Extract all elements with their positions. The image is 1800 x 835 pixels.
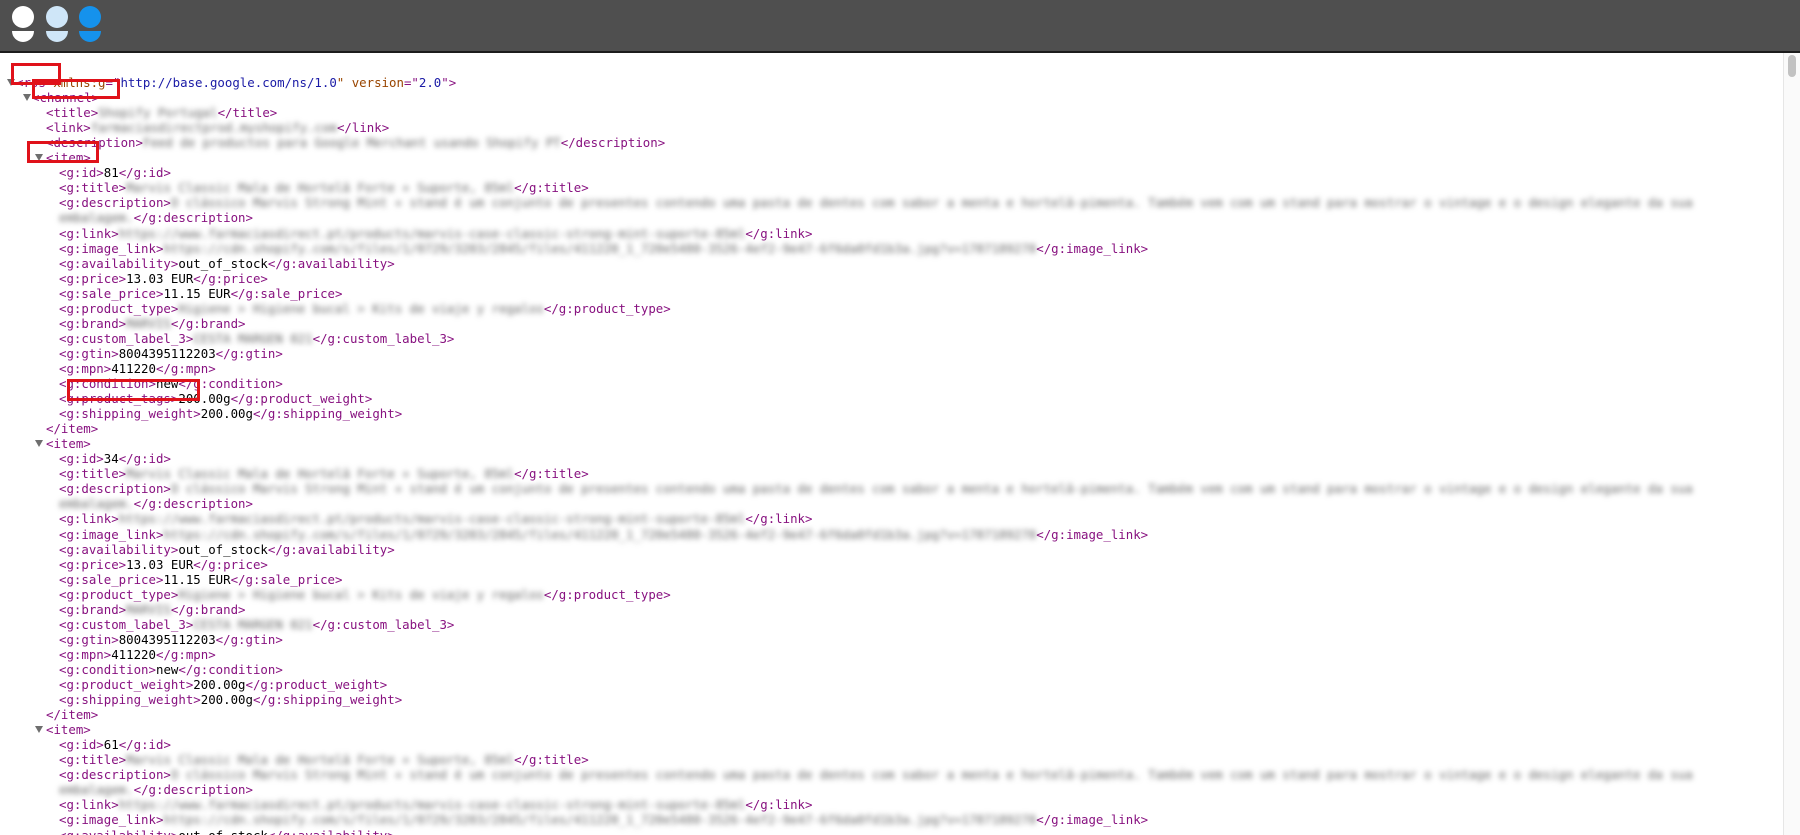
- close-button[interactable]: [12, 6, 34, 42]
- field-gtin: <g:gtin>8004395112203</g:gtin>: [59, 631, 283, 647]
- field-custom-label-3: <g:custom_label_3>CESTA MARGEN 021</g:cu…: [59, 330, 455, 346]
- field-mpn: <g:mpn>411220</g:mpn>: [59, 646, 216, 662]
- field-brand: <g:brand>MARVIS</g:brand>: [59, 315, 246, 331]
- item-collapse-toggle[interactable]: [35, 726, 43, 734]
- field-description: <g:description>O clássico Marvis Strong …: [59, 767, 1693, 783]
- highlight-box-item: [27, 141, 99, 163]
- field-availability: <g:availability>out_of_stock</g:availabi…: [59, 541, 395, 557]
- field-shipping-weight: <g:shipping_weight>200.00g</g:shipping_w…: [59, 692, 403, 708]
- field-description-cont: embalagem.</g:description>: [59, 496, 253, 512]
- field-link: <g:link>https://www.farmaciasdirect.pt/p…: [59, 225, 813, 241]
- field-product-type: <g:product_type>Higiene > Higiene bucal …: [59, 586, 671, 602]
- item-open-tag: <item>: [46, 436, 91, 452]
- field-mpn: <g:mpn>411220</g:mpn>: [59, 360, 216, 376]
- field-link: <g:link>https://www.farmaciasdirect.pt/p…: [59, 511, 813, 527]
- field-sale-price: <g:sale_price>11.15 EUR</g:sale_price>: [59, 571, 343, 587]
- field-description: <g:description>O clássico Marvis Strong …: [59, 195, 1693, 211]
- field-product-weight: <g:product_weight>200.00g</g:product_wei…: [59, 677, 388, 692]
- item-close-tag: </item>: [46, 421, 99, 437]
- field-price: <g:price>13.03 EUR</g:price>: [59, 270, 268, 286]
- field-shipping-weight: <g:shipping_weight>200.00g</g:shipping_w…: [59, 406, 403, 422]
- zoom-button[interactable]: [79, 6, 101, 42]
- field-id: <g:id>61</g:id>: [59, 737, 171, 753]
- field-product-type: <g:product_type>Higiene > Higiene bucal …: [59, 300, 671, 316]
- field-gtin: <g:gtin>8004395112203</g:gtin>: [59, 345, 283, 361]
- item-close-tag: </item>: [46, 707, 99, 723]
- field-price: <g:price>13.03 EUR</g:price>: [59, 556, 268, 572]
- field-id: <g:id>81</g:id>: [59, 165, 171, 181]
- minimize-button[interactable]: [46, 6, 68, 42]
- field-description: <g:description>O clássico Marvis Strong …: [59, 481, 1693, 497]
- field-description-cont: embalagem.</g:description>: [59, 782, 253, 798]
- field-id: <g:id>34</g:id>: [59, 451, 171, 467]
- channel-description: <description>Feed de productos para Goog…: [46, 135, 666, 151]
- field-availability: <g:availability>out_of_stock</g:availabi…: [59, 255, 395, 271]
- field-title: <g:title>Marvis Classic Mala de Hortelã …: [59, 180, 589, 196]
- field-condition: <g:condition>new</g:condition>: [59, 661, 283, 677]
- field-image-link: <g:image_link>https://cdn.shopify.com/s/…: [59, 240, 1149, 256]
- channel-link: <link>farmaciasdirectprod.myshopify.com<…: [46, 120, 390, 136]
- item-open-tag: <item>: [46, 722, 91, 738]
- field-custom-label-3: <g:custom_label_3>CESTA MARGEN 021</g:cu…: [59, 616, 455, 632]
- channel-title: <title>Shopify Portugal</title>: [46, 105, 278, 121]
- field-title: <g:title>Marvis Classic Mala de Hortelã …: [59, 466, 589, 482]
- scrollbar-thumb[interactable]: [1788, 55, 1796, 77]
- vertical-scrollbar[interactable]: [1783, 53, 1800, 835]
- field-image-link: <g:image_link>https://cdn.shopify.com/s/…: [59, 526, 1149, 542]
- field-description-cont: embalagem.</g:description>: [59, 210, 253, 226]
- field-availability: <g:availability>out_of_stock</g:availabi…: [59, 827, 395, 835]
- highlight-box-channel: [32, 79, 120, 99]
- channel-collapse-toggle[interactable]: [23, 94, 31, 102]
- window-titlebar: [0, 0, 1800, 53]
- field-link: <g:link>https://www.farmaciasdirect.pt/p…: [59, 797, 813, 813]
- xml-tree-viewer: <rss xmlns:g="http://base.google.com/ns/…: [0, 53, 1783, 835]
- field-brand: <g:brand>MARVIS</g:brand>: [59, 601, 246, 617]
- field-image-link: <g:image_link>https://cdn.shopify.com/s/…: [59, 812, 1149, 828]
- field-title: <g:title>Marvis Classic Mala de Hortelã …: [59, 752, 589, 768]
- field-sale-price: <g:sale_price>11.15 EUR</g:sale_price>: [59, 285, 343, 301]
- highlight-box-product-tags: [67, 379, 200, 401]
- item-collapse-toggle[interactable]: [35, 440, 43, 448]
